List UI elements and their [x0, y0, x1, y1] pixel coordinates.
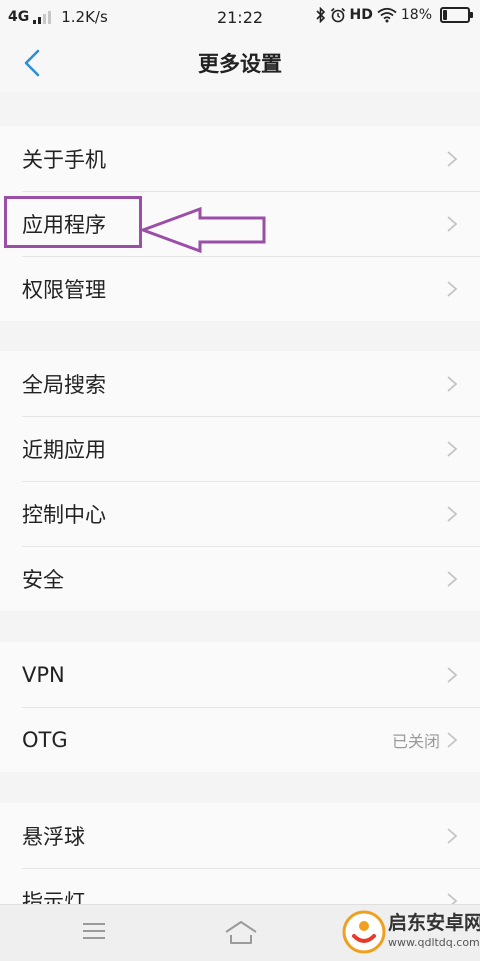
settings-row-permissions[interactable]: 权限管理 [0, 256, 480, 321]
settings-row-floating-ball[interactable]: 悬浮球 [0, 803, 480, 868]
status-bar: 4G 1.2K/s 21:22 HD 18% [0, 0, 480, 34]
settings-row-vpn[interactable]: VPN [0, 642, 480, 707]
settings-row-otg[interactable]: OTG 已关闭 [0, 707, 480, 772]
header: 更多设置 [0, 34, 480, 92]
watermark-name: 启东安卓网 [388, 912, 480, 934]
left-arrow-annotation-icon [140, 206, 266, 254]
settings-row-label: 控制中心 [22, 502, 106, 527]
watermark-logo-icon [342, 910, 386, 954]
chevron-right-icon [447, 375, 458, 392]
highlight-box-annotation [4, 196, 142, 248]
battery-percent: 18% [400, 7, 432, 23]
settings-row-label: 悬浮球 [22, 824, 85, 849]
hd-badge: HD [349, 7, 373, 23]
chevron-right-icon [447, 827, 458, 844]
settings-row-security[interactable]: 安全 [0, 546, 480, 611]
settings-row-label: 全局搜索 [22, 372, 106, 397]
battery-fill [443, 10, 447, 20]
chevron-right-icon [447, 731, 458, 748]
settings-row-label: 关于手机 [22, 147, 106, 172]
alarm-icon [330, 7, 345, 23]
chevron-right-icon [447, 440, 458, 457]
otg-status-value: 已关闭 [391, 731, 440, 751]
watermark-url: www.qdltdq.com [388, 936, 480, 949]
settings-group-system: 全局搜索 近期应用 控制中心 安全 [0, 351, 480, 611]
battery-icon [440, 7, 473, 23]
settings-row-label: OTG [22, 727, 68, 752]
settings-row-label: 权限管理 [22, 277, 106, 302]
settings-row-label: 近期应用 [22, 437, 106, 462]
chevron-right-icon [447, 505, 458, 522]
status-right: HD 18% [315, 7, 473, 23]
bluetooth-icon [315, 7, 325, 23]
menu-icon[interactable] [82, 921, 106, 941]
settings-row-recent-apps[interactable]: 近期应用 [0, 416, 480, 481]
chevron-right-icon [447, 280, 458, 297]
chevron-right-icon [447, 150, 458, 167]
settings-row-global-search[interactable]: 全局搜索 [0, 351, 480, 416]
chevron-right-icon [447, 666, 458, 683]
page-title: 更多设置 [198, 52, 282, 76]
settings-group-connection: VPN OTG 已关闭 [0, 642, 480, 772]
settings-row-label: VPN [22, 662, 65, 687]
home-icon[interactable] [224, 919, 258, 945]
settings-row-control-center[interactable]: 控制中心 [0, 481, 480, 546]
watermark: 启东安卓网 www.qdltdq.com [340, 904, 480, 960]
settings-row-label: 安全 [22, 567, 64, 592]
wifi-icon [377, 7, 397, 23]
settings-row-about-phone[interactable]: 关于手机 [0, 126, 480, 191]
chevron-right-icon [447, 215, 458, 232]
chevron-right-icon [447, 570, 458, 587]
